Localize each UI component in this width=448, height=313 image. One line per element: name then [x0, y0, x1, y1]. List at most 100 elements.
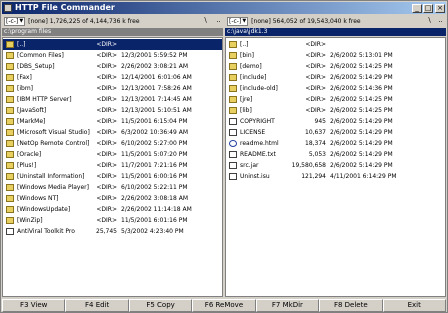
left-drive-value: [-c-] [6, 17, 19, 25]
file-size: <DIR> [96, 184, 117, 191]
left-drive-select[interactable]: [-c-] ▼ [4, 16, 26, 26]
close-icon[interactable]: × [435, 4, 445, 13]
file-name: [IBM HTTP Server] [17, 96, 72, 103]
right-file-row[interactable]: [include-old] <DIR> 2/6/2002 5:14:36 PM [226, 83, 445, 94]
right-file-row[interactable]: [include] <DIR> 2/6/2002 5:14:29 PM [226, 72, 445, 83]
file-date: 2/6/2002 5:14:29 PM [330, 118, 393, 125]
minimize-icon[interactable]: _ [412, 4, 422, 13]
folder-icon [6, 96, 14, 103]
file-date: 11/5/2001 6:01:16 PM [121, 217, 188, 224]
maximize-icon[interactable]: □ [423, 4, 433, 13]
left-file-row[interactable]: [WinZip] <DIR> 11/5/2001 6:01:16 PM [3, 215, 222, 226]
left-file-row[interactable]: [Common Files] <DIR> 12/3/2001 5:59:52 PM [3, 50, 222, 61]
file-size: <DIR> [96, 195, 117, 202]
folder-icon [6, 107, 14, 114]
exit-button[interactable]: Exit [382, 299, 446, 312]
left-file-row[interactable]: [WindowsUpdate] <DIR> 2/26/2002 11:14:18 A… [3, 204, 222, 215]
right-file-row[interactable]: LICENSE 10,637 2/6/2002 5:14:29 PM [226, 127, 445, 138]
folder-icon [6, 74, 14, 81]
right-file-list[interactable]: [..] <DIR> [bin] <DIR> 2/6/2002 5:13:01 PM [d… [225, 37, 446, 297]
window-title: HTTP File Commander [15, 3, 115, 12]
help-file-icon [229, 140, 237, 147]
file-date: 6/10/2002 5:22:11 PM [121, 184, 188, 191]
left-file-row[interactable]: [ibm] <DIR> 12/13/2001 7:58:26 AM [3, 83, 222, 94]
left-file-row[interactable]: [NetOp Remote Control] <DIR> 6/10/2002 5:2… [3, 138, 222, 149]
file-size: <DIR> [305, 63, 326, 70]
right-root-button[interactable]: \ [425, 16, 434, 25]
left-file-row[interactable]: [Windows Media Player] <DIR> 6/10/2002 5:2… [3, 182, 222, 193]
folder-icon [6, 118, 14, 125]
folder-icon [229, 74, 237, 81]
folder-icon [6, 162, 14, 169]
file-size: <DIR> [305, 85, 326, 92]
left-file-list[interactable]: [..] <DIR> [Common Files] <DIR> 12/3/2001 5:… [2, 37, 223, 297]
right-drive-select[interactable]: [-c-] ▼ [227, 16, 249, 26]
folder-icon [229, 107, 237, 114]
right-file-row[interactable]: [demo] <DIR> 2/6/2002 5:14:25 PM [226, 61, 445, 72]
left-up-button[interactable]: .. [214, 16, 223, 25]
left-file-row[interactable]: [Windows NT] <DIR> 2/26/2002 3:08:18 AM [3, 193, 222, 204]
file-name: [JavaSoft] [17, 107, 47, 114]
file-name: [Oracle] [17, 151, 42, 158]
folder-icon [229, 52, 237, 59]
left-file-row[interactable]: [Microsoft Visual Studio] <DIR> 6/3/2002 1… [3, 127, 222, 138]
file-size: <DIR> [305, 107, 326, 114]
left-file-row[interactable]: [Uninstall Information] <DIR> 11/5/2001 6:… [3, 171, 222, 182]
folder-icon [6, 151, 14, 158]
file-size: <DIR> [305, 74, 326, 81]
file-date: 6/10/2002 5:27:00 PM [121, 140, 188, 147]
left-file-row[interactable]: [DBS_Setup] <DIR> 2/26/2002 3:08:21 AM [3, 61, 222, 72]
left-file-row[interactable]: [Fax] <DIR> 12/14/2001 6:01:06 AM [3, 72, 222, 83]
remove-button[interactable]: F6 ReMove [192, 299, 256, 312]
file-date: 5/3/2002 4:23:40 PM [121, 228, 184, 235]
file-date: 2/6/2002 5:14:29 PM [330, 129, 393, 136]
file-name: [Fax] [17, 74, 32, 81]
right-file-row[interactable]: [bin] <DIR> 2/6/2002 5:13:01 PM [226, 50, 445, 61]
file-name: [Plus!] [17, 162, 37, 169]
file-size: <DIR> [305, 52, 326, 59]
file-name: [MarkMe] [17, 118, 46, 125]
file-size: <DIR> [96, 52, 117, 59]
folder-icon [6, 52, 14, 59]
view-button[interactable]: F3 View [2, 299, 66, 312]
chevron-down-icon: ▼ [242, 17, 247, 24]
left-file-row[interactable]: [JavaSoft] <DIR> 12/13/2001 5:10:51 AM [3, 105, 222, 116]
folder-icon [6, 85, 14, 92]
right-drive-value: [-c-] [229, 17, 242, 25]
right-file-row[interactable]: [lib] <DIR> 2/6/2002 5:14:25 PM [226, 105, 445, 116]
right-up-button[interactable]: .. [436, 16, 445, 25]
left-file-row[interactable]: [Oracle] <DIR> 11/5/2001 5:07:20 PM [3, 149, 222, 160]
right-file-row[interactable]: [..] <DIR> [226, 39, 445, 50]
file-name: [WindowsUpdate] [17, 206, 71, 213]
folder-icon [6, 173, 14, 180]
left-drive-info: [none] 1,726,225 of 4,144,736 k free [28, 17, 140, 25]
right-file-row[interactable]: readme.html 18,374 2/6/2002 5:14:29 PM [226, 138, 445, 149]
left-file-row[interactable]: [..] <DIR> [3, 39, 222, 50]
left-path-bar: c:\program files [2, 28, 223, 36]
right-file-row[interactable]: [jre] <DIR> 2/6/2002 5:14:25 PM [226, 94, 445, 105]
left-drive-bar: [-c-] ▼ [none] 1,726,225 of 4,144,736 k … [4, 16, 140, 26]
right-file-row[interactable]: src.jar 19,580,658 2/6/2002 5:14:29 PM [226, 160, 445, 171]
file-name: [..] [240, 41, 249, 48]
delete-button[interactable]: F8 Delete [319, 299, 383, 312]
edit-button[interactable]: F4 Edit [65, 299, 129, 312]
right-file-row[interactable]: COPYRIGHT 945 2/6/2002 5:14:29 PM [226, 116, 445, 127]
left-file-row[interactable]: [Plus!] <DIR> 11/7/2001 7:21:16 PM [3, 160, 222, 171]
mkdir-button[interactable]: F7 MkDir [255, 299, 320, 312]
file-size: 121,294 [301, 173, 326, 180]
left-root-button[interactable]: \ [201, 16, 210, 25]
copy-button[interactable]: F5 Copy [128, 299, 193, 312]
file-date: 2/6/2002 5:14:25 PM [330, 63, 393, 70]
right-file-row[interactable]: README.txt 5,053 2/6/2002 5:14:29 PM [226, 149, 445, 160]
right-file-row[interactable]: Uninst.isu 121,294 4/11/2001 6:14:29 PM [226, 171, 445, 182]
left-file-row[interactable]: [IBM HTTP Server] <DIR> 12/13/2001 7:14:45… [3, 94, 222, 105]
file-date: 2/26/2002 3:08:21 AM [121, 63, 188, 70]
file-size: 5,053 [308, 151, 326, 158]
title-bar: HTTP File Commander _ □ × [2, 2, 446, 14]
left-file-row[interactable]: AntiViral Toolkit Pro 25,745 5/3/2002 4:23… [3, 226, 222, 237]
file-name: Uninst.isu [240, 173, 270, 180]
file-date: 2/26/2002 11:14:18 AM [121, 206, 192, 213]
left-file-row[interactable]: [MarkMe] <DIR> 11/5/2001 6:15:04 PM [3, 116, 222, 127]
file-date: 2/6/2002 5:13:01 PM [330, 52, 393, 59]
file-size: <DIR> [96, 63, 117, 70]
